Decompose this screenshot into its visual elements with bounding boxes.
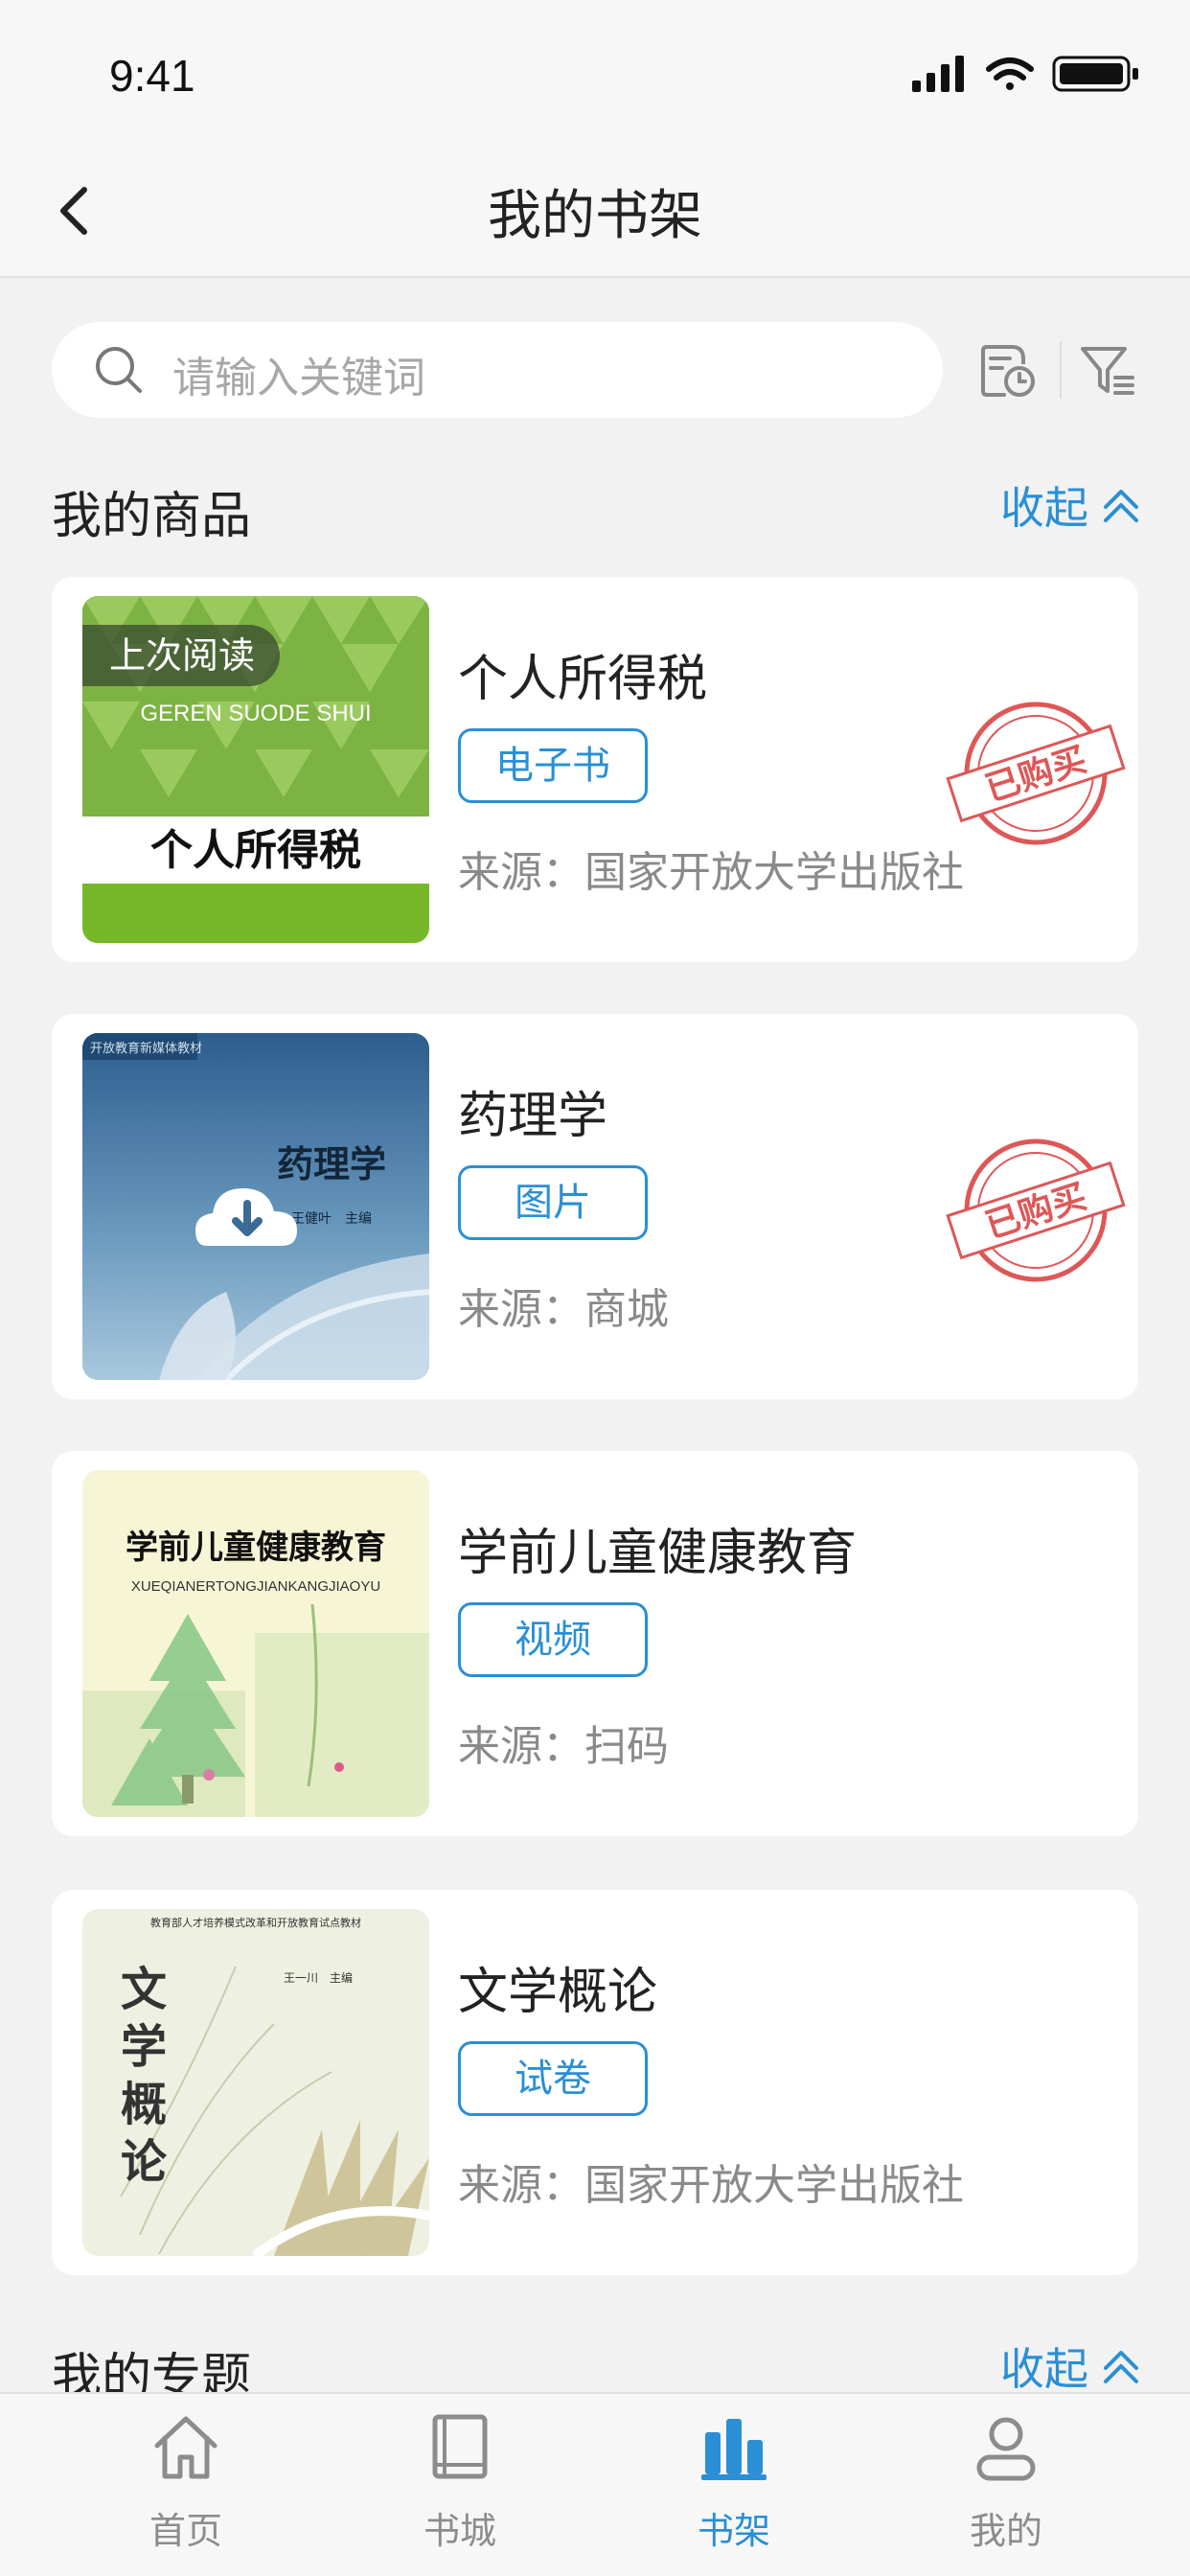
search-input[interactable]: 请输入关键词 — [52, 322, 943, 418]
collapse-label: 收起 — [1000, 482, 1088, 534]
profile-icon — [976, 2417, 1036, 2481]
cover-title: 药理学 — [277, 1142, 386, 1185]
tab-bookstore[interactable]: 书城 — [345, 2411, 575, 2574]
purchased-stamp: 已购买 — [946, 702, 1126, 845]
book-source: 来源：扫码 — [458, 1722, 669, 1771]
svg-text:论: 论 — [121, 2135, 168, 2189]
book-icon — [432, 2414, 488, 2479]
type-tag: 图片 — [458, 1165, 648, 1240]
filter-icon[interactable] — [1077, 341, 1138, 401]
search-icon — [96, 347, 142, 393]
search-row: 请输入关键词 — [0, 322, 1190, 418]
tab-home[interactable]: 首页 — [71, 2411, 301, 2574]
history-icon[interactable] — [977, 339, 1039, 401]
tab-bar: 首页 书城 书架 我的 — [0, 2392, 1190, 2576]
chevrons-up-icon — [1104, 490, 1138, 522]
book-source: 来源：国家开放大学出版社 — [458, 2161, 964, 2210]
section-title: 我的商品 — [52, 488, 252, 545]
book-card[interactable]: GEREN SUODE SHUI 个人所得税 上次阅读 个人所得税 电子书 来源… — [52, 577, 1138, 962]
book-title: 药理学 — [458, 1088, 608, 1145]
book-cover: 学前儿童健康教育 XUEQIANERTONGJIANKANGJIAOYU — [82, 1470, 429, 1817]
svg-text:学: 学 — [121, 2020, 167, 2074]
status-time: 9:41 — [109, 51, 195, 101]
type-tag: 电子书 — [458, 728, 648, 803]
tab-label: 首页 — [149, 2510, 222, 2552]
cover-subtitle: XUEQIANERTONGJIANKANGJIAOYU — [131, 1578, 380, 1595]
last-read-badge: 上次阅读 — [82, 625, 281, 686]
bookshelf-icon — [701, 2419, 767, 2480]
tab-label: 书架 — [697, 2510, 770, 2552]
svg-text:概: 概 — [121, 2078, 167, 2131]
wifi-icon — [986, 58, 1034, 90]
book-cover: 开放教育新媒体教材 药理学 王健叶 主编 — [82, 1033, 429, 1380]
home-icon — [154, 2416, 217, 2479]
tab-bookshelf[interactable]: 书架 — [619, 2411, 849, 2574]
collapse-button[interactable]: 收起 — [1000, 473, 1142, 537]
book-cover: GEREN SUODE SHUI 个人所得税 上次阅读 — [82, 596, 429, 943]
cover-title: 学前儿童健康教育 — [126, 1529, 386, 1567]
tab-label: 书城 — [423, 2510, 496, 2552]
book-card[interactable]: 教育部人才培养模式改革和开放教育试点教材 王一川 主编 文学 概论 文学概论 试… — [52, 1890, 1138, 2275]
cover-subtitle: GEREN SUODE SHUI — [140, 701, 371, 726]
collapse-label: 收起 — [1000, 2343, 1088, 2395]
cover-top-text: 开放教育新媒体教材 — [90, 1041, 202, 1056]
type-tag: 试卷 — [458, 2041, 648, 2116]
cover-author: 王健叶 主编 — [291, 1211, 372, 1227]
book-card[interactable]: 开放教育新媒体教材 药理学 王健叶 主编 药理学 图片 来源：商城 已购买 — [52, 1014, 1138, 1399]
book-title: 文学概论 — [458, 1964, 658, 2021]
svg-text:文: 文 — [121, 1963, 167, 2016]
chevrons-up-icon — [1104, 2351, 1138, 2383]
status-icons — [912, 56, 1138, 92]
book-title: 学前儿童健康教育 — [458, 1525, 858, 1582]
status-bar: 9:41 — [0, 0, 1190, 144]
book-cover: 教育部人才培养模式改革和开放教育试点教材 王一川 主编 文学 概论 — [82, 1909, 429, 2256]
divider — [1060, 341, 1062, 399]
book-card[interactable]: 学前儿童健康教育 XUEQIANERTONGJIANKANGJIAOYU 学前儿… — [52, 1451, 1138, 1836]
tab-label: 我的 — [969, 2510, 1042, 2552]
battery-icon — [1052, 56, 1138, 92]
page-title: 我的书架 — [488, 185, 702, 247]
cover-top-text: 教育部人才培养模式改革和开放教育试点教材 — [150, 1916, 361, 1929]
collapse-button[interactable]: 收起 — [1000, 2334, 1142, 2398]
signal-icon — [912, 56, 964, 92]
section-products-header: 我的商品 收起 — [0, 466, 1190, 545]
book-source: 来源：国家开放大学出版社 — [458, 848, 964, 897]
type-tag: 视频 — [458, 1602, 648, 1677]
search-placeholder: 请输入关键词 — [172, 354, 425, 402]
purchased-stamp: 已购买 — [946, 1138, 1126, 1282]
cover-author: 王一川 主编 — [284, 1970, 353, 1985]
cover-title: 个人所得税 — [150, 826, 361, 875]
nav-bar: 我的书架 — [0, 144, 1190, 278]
book-title: 个人所得税 — [458, 651, 708, 708]
tab-profile[interactable]: 我的 — [891, 2411, 1121, 2574]
book-source: 来源：商城 — [458, 1285, 669, 1334]
